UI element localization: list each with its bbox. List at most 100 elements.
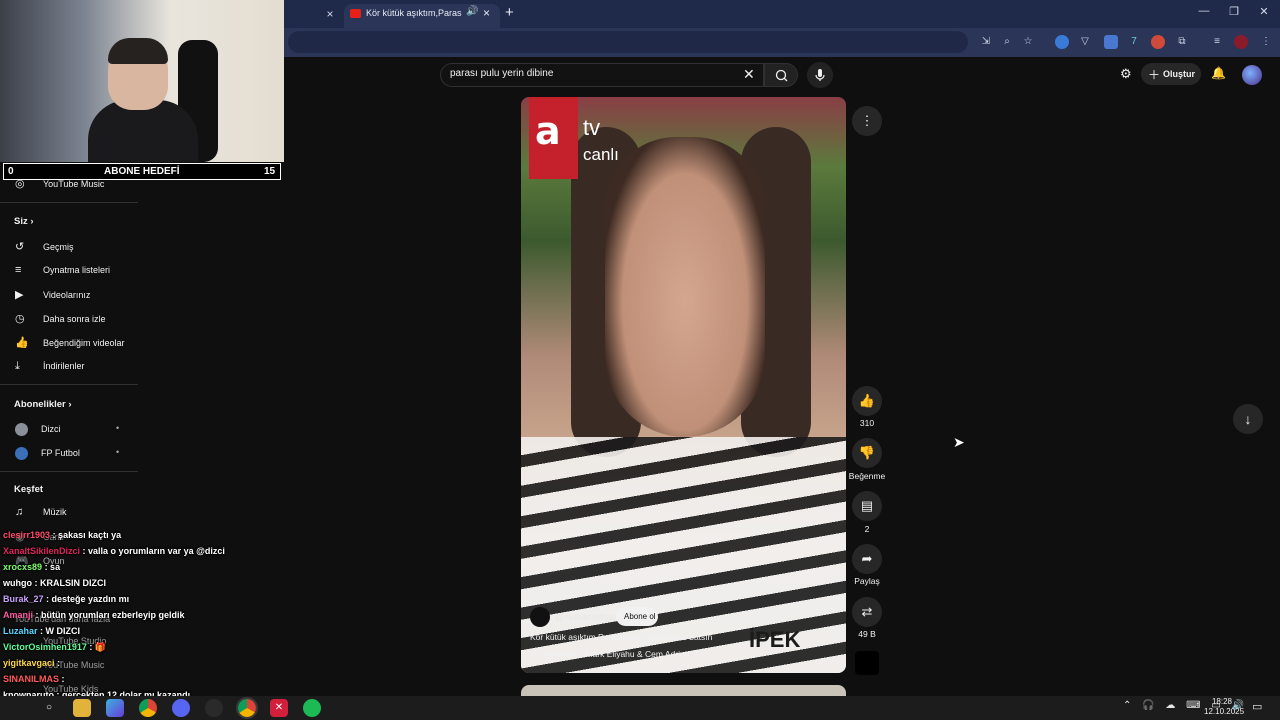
- playlist-icon: ≡: [15, 264, 22, 276]
- sidebar-item-label: Geçmiş: [43, 242, 74, 252]
- media-control-icon[interactable]: ≡: [1210, 35, 1224, 49]
- watch-later-icon: ◷: [15, 313, 25, 325]
- chevron-right-icon: ›: [68, 399, 72, 410]
- search-query[interactable]: parası pulu yerin dibine: [450, 68, 553, 79]
- like-button[interactable]: 👍: [852, 386, 882, 416]
- windows-taskbar: [0, 696, 1280, 720]
- zoom-icon[interactable]: ⌕: [1000, 35, 1014, 49]
- chrome-active-icon[interactable]: [236, 697, 258, 719]
- create-label: Oluştur: [1163, 69, 1196, 79]
- discord-icon[interactable]: [172, 699, 190, 717]
- chat-username: yigitkavgaci: [3, 658, 55, 668]
- music-attribution[interactable]: ♫ Derinlerde · Mark Eliyahu & Cem Adrian: [530, 649, 689, 659]
- sidebar-item-subscription[interactable]: FP Futbol: [15, 447, 80, 463]
- taskbar-clock[interactable]: 18:28 12.10.2025: [1204, 697, 1244, 717]
- comments-button[interactable]: ▤: [852, 491, 882, 521]
- sound-thumbnail[interactable]: [855, 651, 879, 675]
- chrome-icon[interactable]: [139, 699, 157, 717]
- sidebar-item-downloads[interactable]: ⤓ İndirilenler: [15, 360, 85, 376]
- video-title[interactable]: Kör kütük aşıktım,Parası pulu yerin dibi…: [530, 632, 830, 642]
- extension-icon[interactable]: 7: [1127, 35, 1141, 49]
- profile-avatar[interactable]: [1234, 35, 1248, 49]
- next-video-button[interactable]: ↓: [1233, 404, 1263, 434]
- goal-start: 0: [8, 166, 14, 177]
- dislike-button[interactable]: 👎: [852, 438, 882, 468]
- atv-logo-tv: tv: [583, 115, 601, 140]
- clear-search-icon[interactable]: ✕: [743, 66, 755, 83]
- sidebar-item-subscription[interactable]: Dizci: [15, 423, 61, 439]
- cast-gear-icon[interactable]: ⚙: [1120, 66, 1132, 82]
- search-icon[interactable]: ○: [40, 699, 58, 717]
- channel-name[interactable]: @muhamethus: [555, 612, 616, 622]
- sidebar-item-liked[interactable]: 👍 Beğendiğim videolar: [15, 336, 125, 352]
- speaker-icon[interactable]: 🔊: [466, 6, 478, 17]
- sidebar-item-music[interactable]: ♫ Müzik: [15, 506, 67, 522]
- chat-username: wuhgo: [3, 578, 32, 588]
- sidebar-item-label: Daha sonra izle: [43, 314, 106, 324]
- sidebar-item-watch-later[interactable]: ◷ Daha sonra izle: [15, 312, 106, 328]
- new-content-dot-icon: •: [116, 423, 120, 433]
- address-bar[interactable]: [288, 31, 968, 53]
- sidebar-section-label: Siz: [14, 216, 28, 227]
- obs-icon[interactable]: [205, 699, 223, 717]
- sidebar-section-subscriptions[interactable]: Abonelikler ›: [14, 399, 72, 410]
- kebab-menu-icon[interactable]: ⋮: [1259, 35, 1273, 49]
- chat-username: Amanji: [3, 610, 34, 620]
- tab-close-icon[interactable]: ×: [483, 6, 490, 20]
- minimize-button[interactable]: —: [1194, 5, 1214, 21]
- app-x-icon[interactable]: ✕: [270, 699, 288, 717]
- chat-message: clesirr1903 : şakası kaçtı ya: [3, 530, 121, 540]
- chat-message: Amanji : bütün yorumları ezberleyip geld…: [3, 610, 185, 620]
- spotify-icon[interactable]: [303, 699, 321, 717]
- install-icon[interactable]: ⇲: [979, 35, 993, 49]
- window-close-button[interactable]: ✕: [1254, 5, 1274, 21]
- webcam-overlay: [0, 0, 284, 162]
- more-options-button[interactable]: ⋮: [852, 106, 882, 136]
- sidebar-divider: [0, 202, 138, 203]
- sidebar-divider: [0, 471, 138, 472]
- sidebar-section-you[interactable]: Siz ›: [14, 216, 34, 227]
- share-button[interactable]: ➦: [852, 544, 882, 574]
- search-button[interactable]: [764, 63, 798, 87]
- music-icon: ♫: [15, 506, 24, 518]
- chat-message: XanaltSikilenDizci : valla o yorumların …: [3, 546, 225, 556]
- notification-center-icon[interactable]: ▭: [1252, 700, 1262, 713]
- prev-tab-close-icon[interactable]: ×: [322, 6, 338, 22]
- mouse-cursor-icon: ➤: [953, 434, 965, 450]
- notification-bell-icon[interactable]: 🔔: [1211, 66, 1226, 80]
- new-tab-button[interactable]: +: [505, 4, 514, 21]
- sidebar-item-history[interactable]: ↺ Geçmiş: [15, 240, 74, 256]
- liked-icon: 👍: [15, 337, 29, 349]
- sidebar-item-label: FP Futbol: [41, 447, 80, 458]
- extension-icon[interactable]: [1055, 35, 1069, 49]
- puzzle-icon[interactable]: ⧉: [1175, 35, 1189, 49]
- copilot-icon[interactable]: [106, 699, 124, 717]
- goal-label: ABONE HEDEFİ: [104, 166, 180, 177]
- remix-button[interactable]: ⇄: [852, 597, 882, 627]
- account-avatar[interactable]: [1242, 65, 1262, 85]
- bookmark-star-icon[interactable]: ☆: [1021, 35, 1035, 49]
- chat-text: : W DIZCI: [40, 626, 81, 636]
- sidebar-item-label: Dizci: [41, 423, 61, 434]
- channel-avatar[interactable]: [530, 607, 550, 627]
- sidebar-item-label: İndirilenler: [43, 361, 85, 371]
- file-explorer-icon[interactable]: [73, 699, 91, 717]
- chat-username: xrocxs89: [3, 562, 43, 572]
- sidebar-item-your-videos[interactable]: ▶ Videolarınız: [15, 288, 90, 304]
- extension-icon[interactable]: ▽: [1078, 35, 1092, 49]
- remix-icon: ⇄: [861, 604, 873, 619]
- sidebar-section-explore: Keşfet: [14, 484, 44, 495]
- comment-icon: ▤: [860, 498, 874, 513]
- extension-icon[interactable]: [1151, 35, 1165, 49]
- shorts-video-player[interactable]: a tv canlı İPEK: [521, 97, 846, 673]
- youtube-favicon-icon: [350, 9, 361, 18]
- chat-username: Luzahar: [3, 626, 38, 636]
- sidebar-item-playlists[interactable]: ≡ Oynatma listeleri: [15, 264, 110, 280]
- subscribe-label[interactable]: Abone ol: [624, 612, 656, 621]
- your-videos-icon: ▶: [15, 289, 24, 301]
- new-content-dot-icon: •: [116, 447, 120, 457]
- translate-extension-icon[interactable]: [1104, 35, 1118, 49]
- restore-button[interactable]: ❐: [1224, 5, 1244, 21]
- voice-search-button[interactable]: [807, 62, 833, 88]
- chat-message: wuhgo : KRALSIN DIZCI: [3, 578, 106, 588]
